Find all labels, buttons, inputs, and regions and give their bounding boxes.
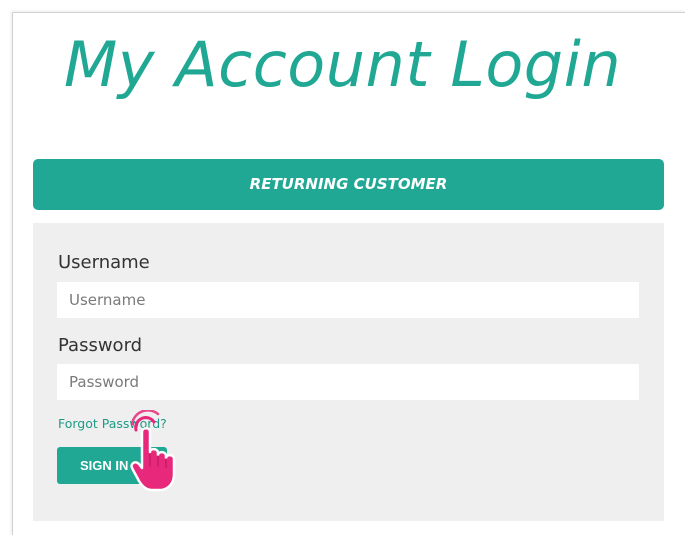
page-title: My Account Login bbox=[63, 28, 622, 101]
password-input[interactable] bbox=[57, 364, 639, 400]
returning-customer-banner: RETURNING CUSTOMER bbox=[33, 159, 664, 210]
username-label: Username bbox=[58, 252, 150, 273]
username-input[interactable] bbox=[57, 282, 639, 318]
password-label: Password bbox=[58, 335, 143, 356]
hand-pointer-icon bbox=[130, 410, 176, 492]
